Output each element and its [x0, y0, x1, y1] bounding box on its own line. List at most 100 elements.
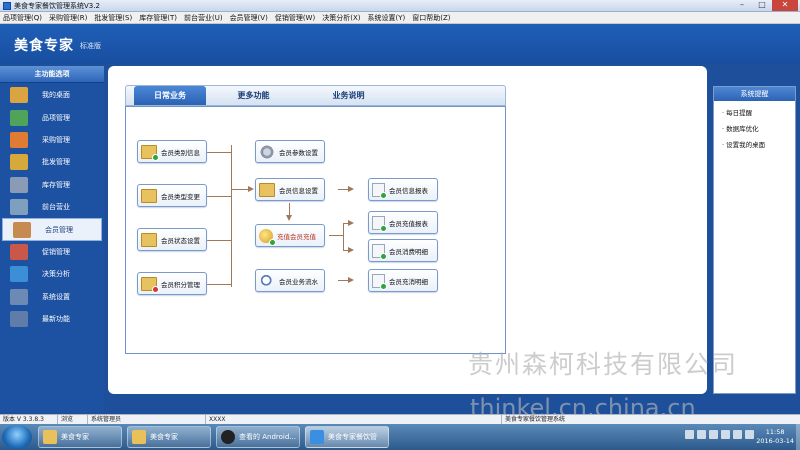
connector-line [343, 223, 344, 250]
sidebar-item-7[interactable]: 促销管理 [0, 241, 104, 263]
sidebar-item-3[interactable]: 批发管理 [0, 151, 104, 173]
qq-icon [221, 430, 235, 444]
member-recharge-report-button[interactable]: 会员充值报表 [368, 211, 438, 234]
menu-item-0[interactable]: 品项管理(Q) [3, 13, 42, 23]
minimize-button[interactable]: – [732, 0, 752, 11]
menu-item-4[interactable]: 前台营业(U) [184, 13, 223, 23]
folder-icon [141, 276, 159, 293]
task-qq-android[interactable]: 查看的 Android... [216, 426, 300, 448]
menu-item-5[interactable]: 会员管理(V) [230, 13, 268, 23]
connector-line [207, 196, 231, 197]
flag-tray-icon[interactable] [709, 430, 718, 439]
gear-icon [259, 144, 275, 159]
member-recharge-button[interactable]: 充值会员充值 [255, 224, 325, 247]
connector-line [207, 152, 231, 153]
reminder-item-daily[interactable]: · 每日提醒 [722, 107, 795, 117]
connector-line [231, 145, 232, 287]
sidebar-item-label: 促销管理 [42, 247, 70, 256]
reminder-item-desktop[interactable]: · 设置我的桌面 [722, 139, 795, 149]
member-recharge-detail-button[interactable]: 会员充消明细 [368, 269, 438, 292]
sidebar-item-8[interactable]: 决策分析 [0, 263, 104, 285]
new-feature-icon [10, 311, 28, 328]
status-code: XXXX [206, 414, 502, 425]
status-user: 系统管理员 [88, 414, 206, 425]
folder-icon [141, 188, 157, 203]
taskbar-clock[interactable]: 11:58 2016-03-14 [756, 428, 794, 446]
sidebar-item-6[interactable]: 会员管理 [2, 218, 102, 241]
member-icon [13, 221, 31, 238]
cart-icon [10, 199, 28, 216]
report-arrow-icon [372, 243, 387, 260]
qq-tray-icon[interactable] [685, 430, 694, 439]
menu-item-8[interactable]: 系统设置(Y) [367, 13, 405, 23]
reminder-item-db-optimize[interactable]: · 数据库优化 [722, 123, 795, 133]
settings-icon [10, 288, 28, 305]
menu-item-3[interactable]: 库存管理(T) [139, 13, 177, 23]
task-meishi-1[interactable]: 美食专家 [38, 426, 122, 448]
sidebar-item-label: 系统设置 [42, 292, 70, 301]
folder-icon [132, 430, 146, 444]
sidebar-item-1[interactable]: 品项管理 [0, 106, 104, 128]
sidebar-item-label: 采购管理 [42, 135, 70, 144]
connector-line [207, 284, 231, 285]
warning-tray-icon[interactable] [697, 430, 706, 439]
monitor-tray-icon[interactable] [721, 430, 730, 439]
edition-label: 标准版 [80, 42, 101, 50]
member-points-button[interactable]: 会员积分管理 [137, 272, 207, 295]
promotion-icon [10, 243, 28, 260]
member-status-button[interactable]: 会员状态设置 [137, 228, 207, 251]
workflow-panel: 会员类别信息 会员类型变更 会员状态设置 会员积分管理 会员参数设置 会员信息设… [125, 106, 506, 354]
app-header: 美食专家 标准版 [0, 24, 800, 64]
home-icon [10, 87, 28, 104]
task-meishi-2[interactable]: 美食专家 [127, 426, 211, 448]
wholesale-icon [10, 154, 28, 171]
status-bar: 版本 V 3.3.8.3 浏览 系统管理员 XXXX 美食专家餐饮管理系统 [0, 414, 800, 425]
sidebar-item-9[interactable]: 系统设置 [0, 286, 104, 308]
status-app: 美食专家餐饮管理系统 [505, 415, 566, 423]
menu-item-7[interactable]: 决策分析(X) [322, 13, 360, 23]
arrow-down [286, 215, 292, 221]
sidebar-item-label: 决策分析 [42, 270, 70, 279]
show-desktop-button[interactable] [796, 424, 800, 450]
menu-item-6[interactable]: 促销管理(W) [275, 13, 315, 23]
menu-item-9[interactable]: 窗口帮助(Z) [412, 13, 450, 23]
member-info-setting-button[interactable]: 会员信息设置 [255, 178, 325, 201]
status-mode: 浏览 [58, 414, 88, 425]
sidebar-item-label: 库存管理 [42, 180, 70, 189]
arrow-right [348, 220, 354, 226]
sidebar-item-label: 批发管理 [42, 158, 70, 167]
task-meishi-app[interactable]: 美食专家餐饮管 [305, 426, 389, 448]
sidebar-item-0[interactable]: 我的桌面 [0, 84, 104, 106]
tab-business-description[interactable]: 业务说明 [301, 86, 396, 105]
close-button[interactable]: ✕ [772, 0, 798, 11]
tab-more-functions[interactable]: 更多功能 [206, 86, 301, 105]
tab-daily-business[interactable]: 日常业务 [134, 86, 206, 105]
maximize-button[interactable]: □ [752, 0, 772, 11]
member-consume-detail-button[interactable]: 会员消费明细 [368, 239, 438, 262]
arrow-right [348, 277, 354, 283]
member-type-change-button[interactable]: 会员类型变更 [137, 184, 207, 207]
inventory-icon [10, 176, 28, 193]
member-info-report-button[interactable]: 会员信息报表 [368, 178, 438, 201]
member-category-button[interactable]: 会员类别信息 [137, 140, 207, 163]
app-icon [3, 1, 11, 10]
menu-item-2[interactable]: 批发管理(S) [94, 13, 132, 23]
sidebar-item-5[interactable]: 前台营业 [0, 196, 104, 218]
member-business-flow-button[interactable]: 会员业务流水 [255, 269, 325, 292]
menu-bar: 品项管理(Q) 采购管理(R) 批发管理(S) 库存管理(T) 前台营业(U) 会员管理(… [0, 12, 800, 24]
menu-item-1[interactable]: 采购管理(R) [49, 13, 87, 23]
sidebar-item-2[interactable]: 采购管理 [0, 129, 104, 151]
taskbar: 美食专家 美食专家 查看的 Android... 美食专家餐饮管 11:58 2… [0, 424, 800, 450]
volume-tray-icon[interactable] [745, 430, 754, 439]
chart-icon [10, 266, 28, 283]
coins-icon [259, 228, 276, 246]
sidebar-item-4[interactable]: 库存管理 [0, 174, 104, 196]
report-cancel-icon [372, 273, 387, 290]
user-report-icon [372, 182, 387, 199]
network-tray-icon[interactable] [733, 430, 742, 439]
windows-start-button[interactable] [2, 425, 32, 449]
folder-icon [141, 144, 159, 161]
sidebar-item-10[interactable]: 最新功能 [0, 308, 104, 330]
member-params-button[interactable]: 会员参数设置 [255, 140, 325, 163]
sidebar-title: 主功能选项 [0, 66, 104, 83]
